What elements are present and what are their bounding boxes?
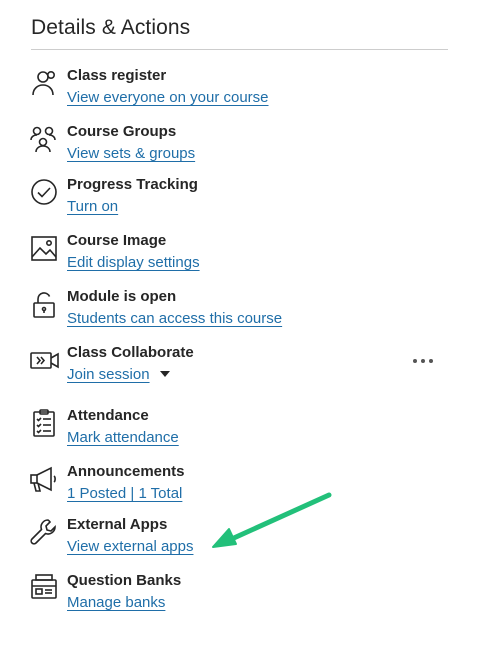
item-progress-tracking: Progress Tracking Turn on bbox=[28, 176, 448, 226]
item-course-groups: Course Groups View sets & groups bbox=[28, 123, 448, 173]
dot-icon bbox=[421, 359, 425, 363]
item-title: Attendance bbox=[67, 407, 149, 424]
groups-icon bbox=[28, 123, 60, 155]
item-title: Class Collaborate bbox=[67, 344, 194, 361]
mark-attendance-link[interactable]: Mark attendance bbox=[67, 429, 179, 446]
item-question-banks: Question Banks Manage banks bbox=[28, 572, 448, 622]
video-icon bbox=[28, 344, 60, 376]
chevron-down-icon[interactable] bbox=[159, 371, 170, 378]
edit-display-settings-link[interactable]: Edit display settings bbox=[67, 254, 200, 271]
item-title: Course Groups bbox=[67, 123, 177, 140]
item-title: Question Banks bbox=[67, 572, 182, 589]
view-everyone-link[interactable]: View everyone on your course bbox=[67, 89, 269, 106]
students-access-link[interactable]: Students can access this course bbox=[67, 310, 282, 327]
item-class-register: Class register View everyone on your cou… bbox=[28, 67, 448, 117]
item-title: Module is open bbox=[67, 288, 177, 305]
details-actions-panel: Details & Actions Class register View ev… bbox=[0, 0, 480, 655]
person-icon bbox=[28, 67, 60, 99]
item-attendance: Attendance Mark attendance bbox=[28, 407, 448, 457]
panel-title: Details & Actions bbox=[31, 16, 191, 39]
manage-banks-link[interactable]: Manage banks bbox=[67, 594, 165, 611]
view-sets-groups-link[interactable]: View sets & groups bbox=[67, 145, 195, 162]
item-title: Class register bbox=[67, 67, 167, 84]
turn-on-link[interactable]: Turn on bbox=[67, 198, 118, 215]
dot-icon bbox=[413, 359, 417, 363]
posted-total-link[interactable]: 1 Posted | 1 Total bbox=[67, 485, 182, 502]
dot-icon bbox=[429, 359, 433, 363]
bank-icon bbox=[28, 572, 60, 604]
unlock-icon bbox=[28, 288, 60, 320]
item-course-image: Course Image Edit display settings bbox=[28, 232, 448, 282]
megaphone-icon bbox=[28, 463, 60, 495]
item-module-open: Module is open Students can access this … bbox=[28, 288, 448, 338]
more-options-button[interactable] bbox=[412, 356, 434, 366]
join-session-link[interactable]: Join session bbox=[67, 366, 170, 383]
divider bbox=[31, 49, 448, 50]
check-circle-icon bbox=[28, 176, 60, 208]
join-session-label: Join session bbox=[67, 366, 150, 383]
item-title: External Apps bbox=[67, 516, 168, 533]
item-title: Announcements bbox=[67, 463, 185, 480]
image-icon bbox=[28, 232, 60, 264]
annotation-arrow-icon bbox=[212, 492, 332, 548]
item-class-collaborate: Class Collaborate Join session bbox=[28, 344, 448, 394]
view-external-apps-link[interactable]: View external apps bbox=[67, 538, 193, 555]
item-title: Progress Tracking bbox=[67, 176, 198, 193]
clipboard-icon bbox=[28, 407, 60, 439]
wrench-icon bbox=[28, 516, 60, 548]
item-title: Course Image bbox=[67, 232, 167, 249]
